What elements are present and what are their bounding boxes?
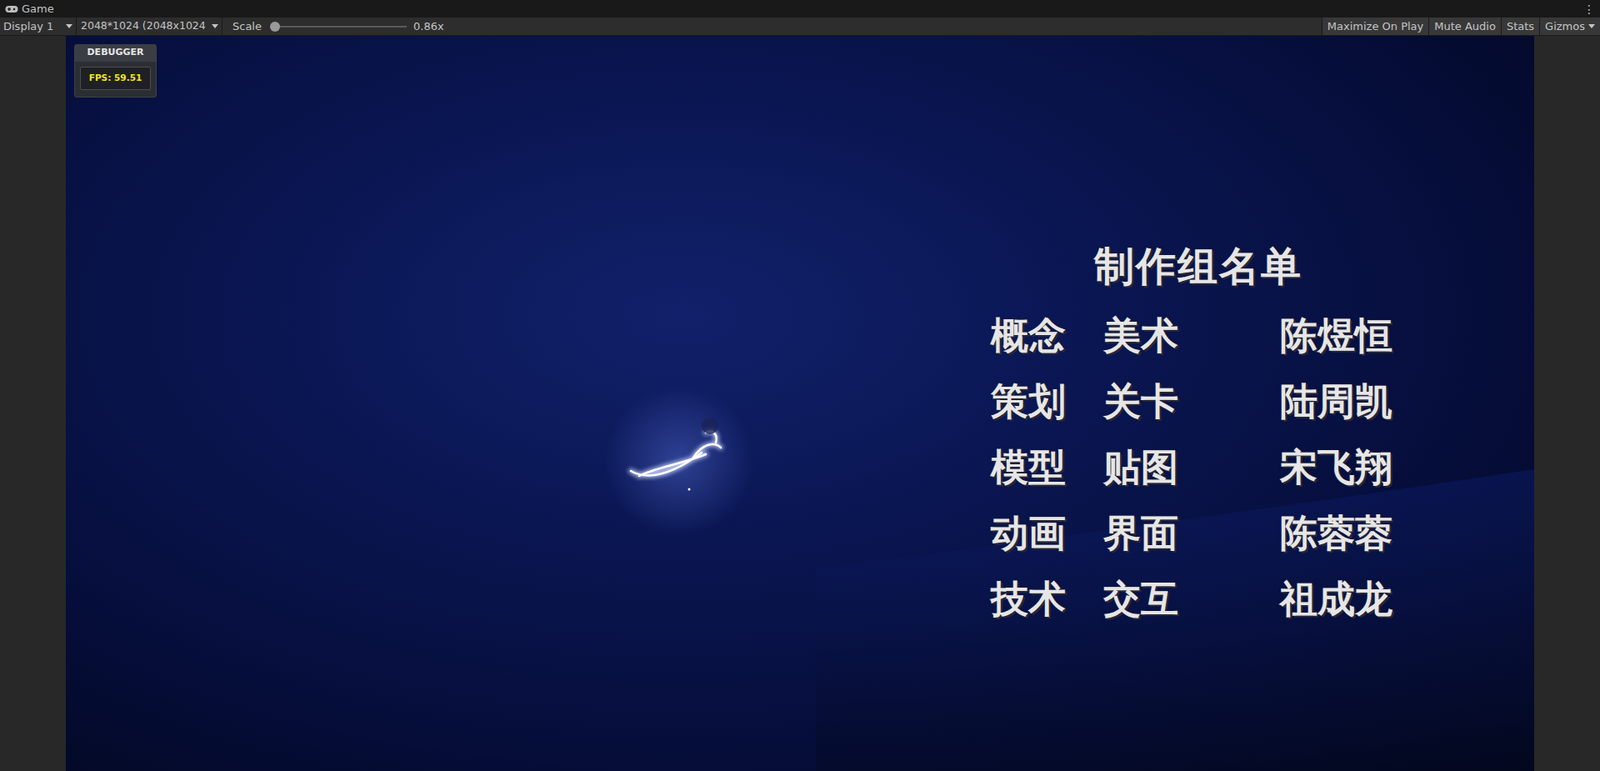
- game-tab[interactable]: Game: [5, 0, 55, 18]
- toolbar-button[interactable]: Stats: [1500, 17, 1540, 35]
- tab-title[interactable]: Game: [21, 0, 55, 18]
- credit-role: 交互: [1103, 574, 1280, 625]
- toolbar-button-label: Stats: [1506, 18, 1535, 35]
- toolbar-left: Display 1 2048*1024 (2048x1024 Scale 0.86x: [3, 17, 445, 35]
- dropdown-arrow-icon: [1588, 24, 1595, 30]
- toolbar: Display 1 2048*1024 (2048x1024 Scale 0.86x M…: [0, 17, 1600, 36]
- credit-role: 美术: [1103, 310, 1280, 361]
- toolbar-right: Maximize On Play Mute Audio Stats Gizmos: [1321, 17, 1600, 35]
- resolution-dropdown[interactable]: 2048*1024 (2048x1024: [76, 17, 223, 35]
- scale-label: Scale: [232, 18, 262, 35]
- credit-role: 关卡: [1103, 376, 1280, 427]
- fps-label: FPS: 59.51: [89, 71, 143, 85]
- credits-title: 制作组名单: [1094, 239, 1303, 293]
- scale-slider[interactable]: [271, 25, 407, 28]
- glowing-character-icon: [622, 409, 740, 501]
- credit-name: 陈蓉蓉: [1280, 508, 1405, 559]
- debugger-panel[interactable]: DEBUGGER FPS: 59.51: [74, 44, 157, 98]
- credit-name: 陆周凯: [1280, 376, 1405, 427]
- dropdown-arrow-icon: [211, 24, 219, 30]
- credit-role: 模型: [990, 442, 1104, 493]
- credit-role: 策划: [990, 376, 1104, 427]
- more-menu-icon[interactable]: ⋮: [1583, 3, 1595, 15]
- toolbar-button[interactable]: Maximize On Play: [1321, 17, 1429, 35]
- gamepad-icon: [5, 5, 19, 14]
- toolbar-button-label: Gizmos: [1545, 18, 1585, 35]
- credit-name: 陈煜恒: [1280, 310, 1405, 361]
- scale-value: 0.86x: [413, 18, 445, 35]
- credits-panel: 制作组名单概念美术陈煜恒策划关卡陆周凯模型贴图宋飞翔动画界面陈蓉蓉技术交互祖成龙: [990, 239, 1405, 632]
- credit-role: 界面: [1103, 508, 1280, 559]
- toolbar-button-label: Mute Audio: [1434, 18, 1496, 35]
- credit-name: 祖成龙: [1280, 574, 1405, 625]
- credit-name: 宋飞翔: [1280, 442, 1405, 493]
- game-view[interactable]: DEBUGGER FPS: 59.51 制作组名单概念美术陈煜恒策划关卡陆周凯模型贴…: [65, 35, 1535, 771]
- credit-role: 概念: [990, 310, 1104, 361]
- credit-role: 动画: [990, 508, 1104, 559]
- display-label: Display 1: [3, 18, 54, 35]
- fps-box: FPS: 59.51: [80, 66, 151, 90]
- resolution-label: 2048*1024 (2048x1024: [80, 18, 206, 35]
- credit-role: 贴图: [1103, 442, 1280, 493]
- debugger-title: DEBUGGER: [75, 45, 156, 62]
- tab-bar: Game ⋮: [0, 0, 1600, 18]
- credit-role: 技术: [990, 574, 1104, 625]
- credits-list: 概念美术陈煜恒策划关卡陆周凯模型贴图宋飞翔动画界面陈蓉蓉技术交互祖成龙: [990, 302, 1405, 632]
- scale-knob[interactable]: [270, 21, 280, 32]
- dropdown-arrow-icon: [65, 24, 73, 30]
- game-view-area: DEBUGGER FPS: 59.51 制作组名单概念美术陈煜恒策划关卡陆周凯模型贴…: [0, 35, 1600, 771]
- display-dropdown[interactable]: Display 1: [3, 17, 77, 35]
- toolbar-button[interactable]: Mute Audio: [1428, 17, 1501, 35]
- toolbar-button-label: Maximize On Play: [1327, 18, 1424, 35]
- toolbar-button[interactable]: Gizmos: [1539, 17, 1600, 35]
